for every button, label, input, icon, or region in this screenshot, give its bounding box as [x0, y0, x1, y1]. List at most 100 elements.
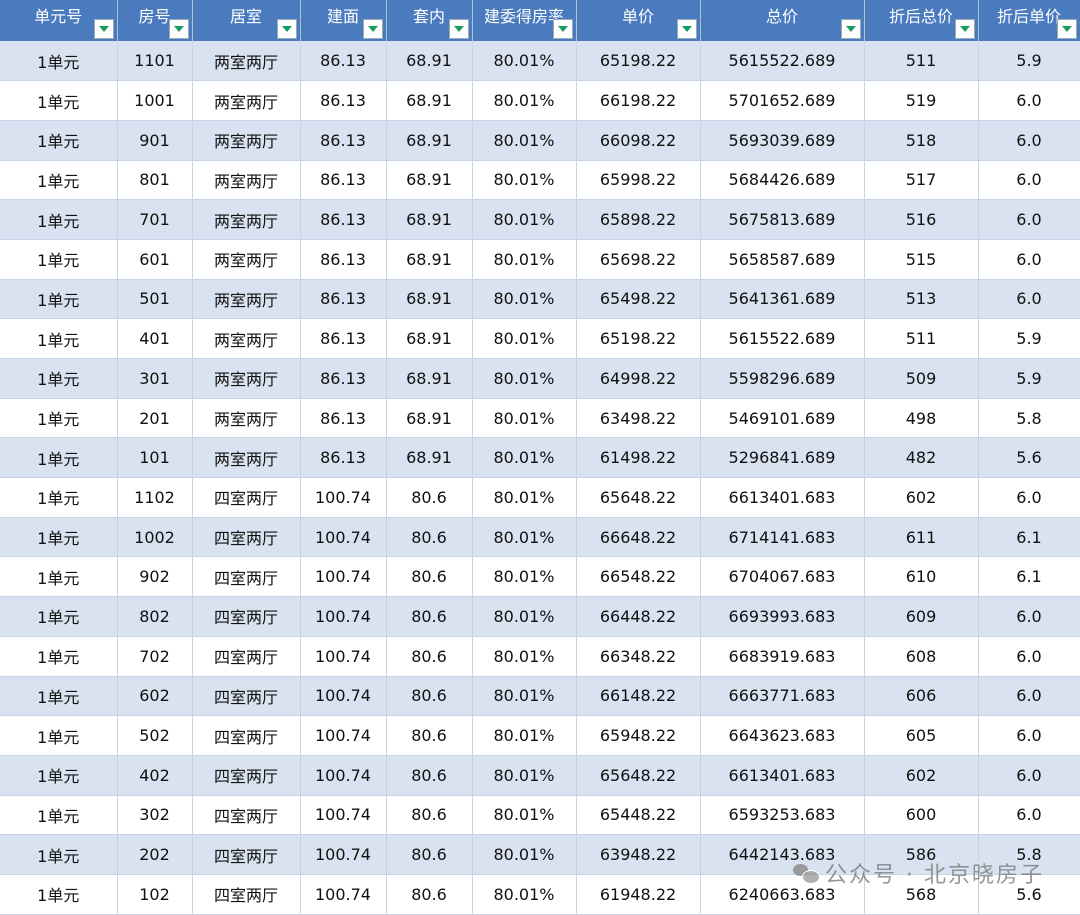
table-cell[interactable]: 1单元 [0, 795, 118, 836]
table-cell[interactable]: 100.74 [300, 477, 387, 518]
table-cell[interactable]: 86.13 [300, 160, 387, 201]
table-cell[interactable]: 80.01% [472, 676, 577, 717]
table-cell[interactable]: 1单元 [0, 358, 118, 399]
table-cell[interactable]: 65648.22 [576, 755, 701, 796]
table-cell[interactable]: 902 [117, 556, 193, 598]
table-cell[interactable]: 80.01% [472, 556, 577, 598]
table-cell[interactable]: 518 [864, 120, 979, 161]
table-cell[interactable]: 80.6 [386, 596, 473, 637]
filter-dropdown-button[interactable] [552, 19, 573, 39]
table-cell[interactable]: 516 [864, 199, 979, 240]
table-cell[interactable]: 601 [117, 239, 193, 280]
table-cell[interactable]: 63948.22 [576, 834, 701, 875]
table-cell[interactable]: 901 [117, 120, 193, 161]
table-cell[interactable]: 509 [864, 358, 979, 399]
table-cell[interactable]: 80.01% [472, 715, 577, 756]
table-cell[interactable]: 80.01% [472, 437, 577, 479]
table-cell[interactable]: 5469101.689 [700, 398, 865, 439]
table-cell[interactable]: 100.74 [300, 795, 387, 836]
table-cell[interactable]: 两室两厅 [192, 318, 301, 359]
table-cell[interactable]: 80.01% [472, 318, 577, 359]
table-cell[interactable]: 502 [117, 715, 193, 756]
table-cell[interactable]: 80.6 [386, 715, 473, 756]
table-cell[interactable]: 65698.22 [576, 239, 701, 280]
table-cell[interactable]: 四室两厅 [192, 636, 301, 677]
table-cell[interactable]: 68.91 [386, 437, 473, 479]
table-cell[interactable]: 80.6 [386, 755, 473, 796]
table-cell[interactable]: 66348.22 [576, 636, 701, 677]
table-cell[interactable]: 1单元 [0, 398, 118, 439]
table-cell[interactable]: 6613401.683 [700, 477, 865, 518]
table-cell[interactable]: 两室两厅 [192, 41, 301, 82]
table-cell[interactable]: 302 [117, 795, 193, 836]
table-cell[interactable]: 6.0 [978, 279, 1080, 320]
table-cell[interactable]: 80.01% [472, 120, 577, 161]
table-cell[interactable]: 1单元 [0, 279, 118, 320]
table-cell[interactable]: 80.01% [472, 755, 577, 796]
table-cell[interactable]: 65948.22 [576, 715, 701, 756]
table-cell[interactable]: 5.9 [978, 358, 1080, 399]
table-cell[interactable]: 1单元 [0, 834, 118, 875]
table-cell[interactable]: 609 [864, 596, 979, 637]
filter-dropdown-button[interactable] [840, 19, 861, 39]
filter-dropdown-button[interactable] [362, 19, 383, 39]
table-cell[interactable]: 1单元 [0, 437, 118, 479]
table-cell[interactable]: 1单元 [0, 755, 118, 796]
table-cell[interactable]: 802 [117, 596, 193, 637]
table-cell[interactable]: 65198.22 [576, 41, 701, 82]
table-cell[interactable]: 80.6 [386, 795, 473, 836]
table-cell[interactable]: 1002 [117, 517, 193, 558]
table-cell[interactable]: 5641361.689 [700, 279, 865, 320]
table-cell[interactable]: 80.6 [386, 556, 473, 598]
table-cell[interactable]: 202 [117, 834, 193, 875]
table-cell[interactable]: 四室两厅 [192, 755, 301, 796]
table-cell[interactable]: 四室两厅 [192, 715, 301, 756]
table-cell[interactable]: 608 [864, 636, 979, 677]
table-cell[interactable]: 80.01% [472, 358, 577, 399]
table-cell[interactable]: 66098.22 [576, 120, 701, 161]
table-cell[interactable]: 1单元 [0, 41, 118, 82]
table-cell[interactable]: 6.1 [978, 517, 1080, 558]
table-cell[interactable]: 68.91 [386, 41, 473, 82]
table-cell[interactable]: 1单元 [0, 120, 118, 161]
table-cell[interactable]: 四室两厅 [192, 517, 301, 558]
table-cell[interactable]: 86.13 [300, 437, 387, 479]
table-cell[interactable]: 1102 [117, 477, 193, 518]
table-cell[interactable]: 6.0 [978, 636, 1080, 677]
table-cell[interactable]: 611 [864, 517, 979, 558]
table-cell[interactable]: 四室两厅 [192, 874, 301, 915]
table-cell[interactable]: 606 [864, 676, 979, 717]
table-cell[interactable]: 1单元 [0, 239, 118, 280]
table-cell[interactable]: 602 [117, 676, 193, 717]
table-cell[interactable]: 517 [864, 160, 979, 201]
table-cell[interactable]: 100.74 [300, 874, 387, 915]
table-cell[interactable]: 605 [864, 715, 979, 756]
table-cell[interactable]: 68.91 [386, 318, 473, 359]
table-cell[interactable]: 80.01% [472, 80, 577, 121]
table-cell[interactable]: 6663771.683 [700, 676, 865, 717]
table-cell[interactable]: 61948.22 [576, 874, 701, 915]
table-cell[interactable]: 两室两厅 [192, 120, 301, 161]
table-cell[interactable]: 1单元 [0, 715, 118, 756]
table-cell[interactable]: 515 [864, 239, 979, 280]
filter-dropdown-button[interactable] [1056, 19, 1077, 39]
table-cell[interactable]: 80.6 [386, 874, 473, 915]
table-cell[interactable]: 301 [117, 358, 193, 399]
table-cell[interactable]: 5615522.689 [700, 41, 865, 82]
table-cell[interactable]: 5.9 [978, 318, 1080, 359]
table-cell[interactable]: 100.74 [300, 636, 387, 677]
table-cell[interactable]: 86.13 [300, 358, 387, 399]
table-cell[interactable]: 80.01% [472, 160, 577, 201]
table-cell[interactable]: 5598296.689 [700, 358, 865, 399]
table-cell[interactable]: 6613401.683 [700, 755, 865, 796]
table-cell[interactable]: 68.91 [386, 120, 473, 161]
table-cell[interactable]: 1单元 [0, 636, 118, 677]
table-cell[interactable]: 1单元 [0, 874, 118, 915]
table-cell[interactable]: 5.8 [978, 398, 1080, 439]
table-cell[interactable]: 86.13 [300, 80, 387, 121]
table-cell[interactable]: 6643623.683 [700, 715, 865, 756]
table-cell[interactable]: 100.74 [300, 715, 387, 756]
table-cell[interactable]: 66648.22 [576, 517, 701, 558]
table-cell[interactable]: 5.9 [978, 41, 1080, 82]
filter-dropdown-button[interactable] [448, 19, 469, 39]
